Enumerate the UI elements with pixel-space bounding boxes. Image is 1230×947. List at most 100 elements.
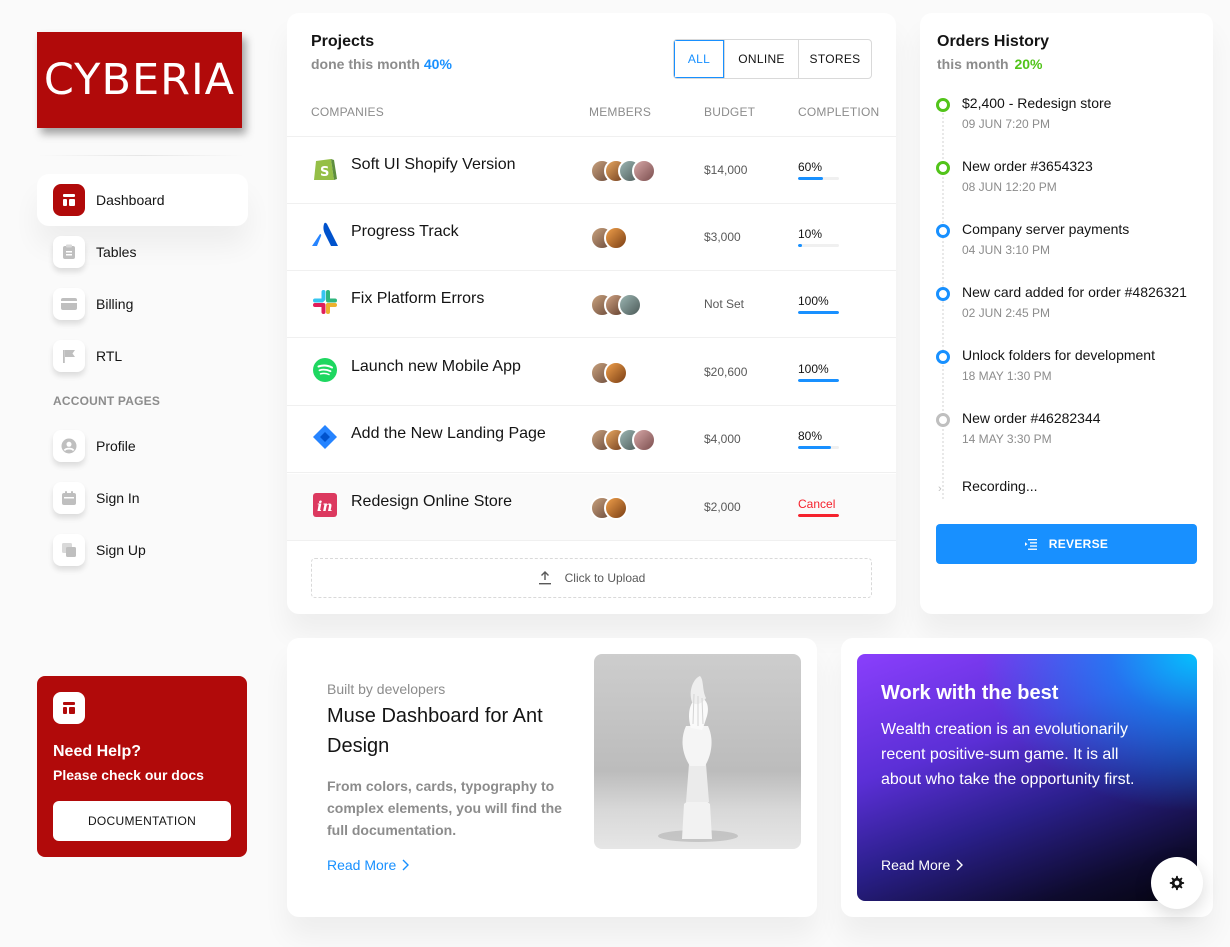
timeline-date: 09 JUN 7:20 PM [962, 117, 1051, 131]
upload-label: Click to Upload [564, 571, 646, 585]
completion-value: 60% [798, 160, 823, 174]
sidebar-item-signup[interactable]: Sign Up [37, 524, 248, 576]
billing-icon [53, 288, 85, 320]
project-budget: $4,000 [704, 432, 741, 446]
completion: 80% [798, 429, 842, 449]
filter-online-button[interactable]: ONLINE [725, 40, 799, 78]
column-header-budget[interactable]: BUDGET [704, 105, 755, 119]
table-row[interactable]: Launch new Mobile App $20,600 100% [287, 339, 896, 406]
completion-progress-fill [798, 446, 831, 449]
avatar[interactable] [618, 293, 642, 317]
reverse-button[interactable]: REVERSE [936, 524, 1197, 564]
avatar[interactable] [632, 159, 656, 183]
member-avatars [590, 293, 642, 317]
sidebar-item-tables[interactable]: Tables [37, 226, 248, 278]
sidebar-item-billing[interactable]: Billing [37, 278, 248, 330]
timeline-date: 08 JUN 12:20 PM [962, 180, 1057, 194]
table-row[interactable]: in Redesign Online Store $2,000 Cancel [287, 474, 896, 541]
muse-description: From colors, cards, typography to comple… [327, 778, 562, 838]
flag-icon [53, 340, 85, 372]
column-header-companies[interactable]: COMPANIES [311, 105, 384, 119]
timeline-date: 04 JUN 3:10 PM [962, 243, 1051, 257]
project-budget: $2,000 [704, 500, 741, 514]
timeline-title: New card added for order #4826321 [962, 284, 1187, 300]
projects-subtitle: done this month 40% [311, 56, 452, 72]
project-name: Redesign Online Store [351, 493, 512, 510]
sidebar-item-label: Tables [96, 244, 137, 260]
completion-progress-fill [798, 177, 823, 180]
projects-percent: 40% [423, 56, 452, 72]
read-more-link[interactable]: Read More [881, 857, 964, 873]
completion: 10% [798, 227, 842, 247]
filter-stores-button[interactable]: STORES [799, 40, 871, 78]
avatar[interactable] [604, 361, 628, 385]
read-more-link[interactable]: Read More [327, 857, 410, 873]
brand-logo[interactable]: CYBERIA [37, 32, 242, 128]
avatar[interactable] [632, 428, 656, 452]
chevron-right-icon [956, 859, 964, 871]
dashboard-icon [53, 692, 85, 724]
project-budget: $14,000 [704, 163, 748, 177]
table-row[interactable]: Progress Track $3,000 10% [287, 204, 896, 271]
completion-progress-bar [798, 311, 839, 314]
upload-icon [538, 571, 552, 585]
column-header-completion[interactable]: COMPLETION [798, 105, 879, 119]
orders-subtitle: this month 20% [937, 56, 1042, 72]
work-title: Work with the best [881, 682, 1059, 704]
table-row[interactable]: Add the New Landing Page $4,000 80% [287, 406, 896, 473]
sidebar-item-label: Dashboard [96, 192, 165, 208]
avatar[interactable] [604, 496, 628, 520]
table-row[interactable]: Fix Platform Errors Not Set 100% [287, 271, 896, 338]
settings-button[interactable] [1151, 857, 1203, 909]
project-name: Launch new Mobile App [351, 358, 521, 375]
profile-icon [53, 430, 85, 462]
gear-icon [1168, 874, 1186, 892]
slack-icon [311, 288, 339, 316]
timeline-date: 18 MAY 1:30 PM [962, 369, 1052, 383]
completion-progress-fill [798, 379, 839, 382]
completion-value: 100% [798, 362, 829, 376]
member-avatars [590, 428, 656, 452]
completion-progress-fill [798, 311, 839, 314]
help-subtitle: Please check our docs [53, 767, 204, 783]
column-header-members[interactable]: MEMBERS [589, 105, 651, 119]
sidebar-item-dashboard[interactable]: Dashboard [37, 174, 248, 226]
project-name: Add the New Landing Page [351, 425, 546, 442]
projects-card: Projects done this month 40% ALL ONLINE S… [287, 13, 896, 614]
statue-image [594, 654, 801, 849]
timeline-date: 02 JUN 2:45 PM [962, 306, 1051, 320]
signin-icon [53, 482, 85, 514]
sidebar-item-signin[interactable]: Sign In [37, 472, 248, 524]
sidebar-item-profile[interactable]: Profile [37, 420, 248, 472]
projects-filter-group: ALL ONLINE STORES [673, 39, 872, 79]
project-budget: Not Set [704, 297, 745, 311]
help-card: Need Help? Please check our docs DOCUMEN… [37, 676, 247, 857]
upload-button[interactable]: Click to Upload [311, 558, 872, 598]
orders-subtitle-text: this month [937, 56, 1009, 72]
invision-icon: in [311, 491, 339, 519]
timeline-title: Company server payments [962, 221, 1130, 237]
dashboard-icon [53, 184, 85, 216]
read-more-label: Read More [327, 857, 397, 873]
work-banner: Work with the best Wealth creation is an… [857, 654, 1197, 901]
table-row[interactable]: S Soft UI Shopify Version $14,000 60% [287, 137, 896, 204]
read-more-label: Read More [881, 857, 951, 873]
project-name: Soft UI Shopify Version [351, 156, 516, 173]
timeline-title: $2,400 - Redesign store [962, 95, 1112, 111]
reverse-button-label: REVERSE [1048, 537, 1109, 551]
work-description: Wealth creation is an evolutionarily rec… [881, 721, 1135, 788]
project-budget: $3,000 [704, 230, 741, 244]
projects-subtitle-text: done this month [311, 56, 420, 72]
avatar[interactable] [604, 226, 628, 250]
timeline-dot [936, 161, 950, 175]
timeline-dot [936, 224, 950, 238]
timeline-title: New order #3654323 [962, 158, 1093, 174]
completion-progress-fill [798, 514, 839, 517]
svg-text:in: in [317, 499, 333, 515]
project-budget: $20,600 [704, 365, 748, 379]
documentation-button[interactable]: DOCUMENTATION [53, 801, 231, 841]
completion-progress-bar [798, 244, 839, 247]
filter-all-button[interactable]: ALL [674, 40, 725, 78]
sidebar-item-rtl[interactable]: RTL [37, 330, 248, 382]
signup-icon [53, 534, 85, 566]
